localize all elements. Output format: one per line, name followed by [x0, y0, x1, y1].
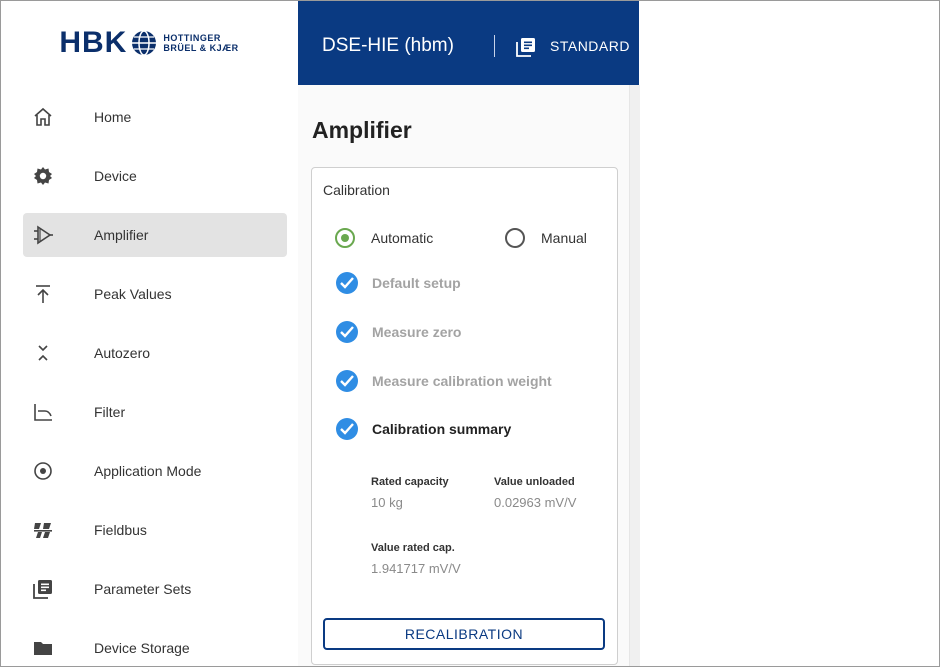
- folder-icon: [31, 636, 55, 660]
- sidebar-item-label: Parameter Sets: [94, 581, 192, 597]
- sidebar-item-label: Home: [94, 109, 132, 125]
- check-icon: [336, 272, 358, 294]
- value-rated-cap-label: Value rated cap.: [371, 542, 455, 554]
- manual-radio[interactable]: [505, 228, 525, 248]
- rated-capacity-value: 10 kg: [371, 495, 403, 510]
- parameter-set-name[interactable]: STANDARD: [550, 38, 630, 54]
- step-calibration-summary: Calibration summary: [336, 418, 596, 442]
- device-name: DSE-HIE (hbm): [322, 35, 454, 56]
- value-rated-cap-value: 1.941717 mV/V: [371, 561, 461, 576]
- automatic-label: Automatic: [371, 230, 434, 246]
- top-header: DSE-HIE (hbm) STANDARD: [298, 1, 639, 85]
- sidebar-item-label: Amplifier: [94, 227, 149, 243]
- sidebar-item-label: Filter: [94, 404, 126, 420]
- sidebar-item-label: Device: [94, 168, 137, 184]
- brand-subtitle: HOTTINGER BRÜEL & KJÆR: [163, 33, 238, 53]
- main-scrollbar[interactable]: [629, 85, 640, 666]
- sidebar-item-label: Fieldbus: [94, 522, 147, 538]
- brand-sub-line2: BRÜEL & KJÆR: [163, 43, 239, 53]
- filter-icon: [31, 400, 55, 424]
- main-panel: Amplifier Calibration Automatic Manual D…: [298, 85, 629, 666]
- check-icon: [336, 321, 358, 343]
- peak-icon: [31, 282, 55, 306]
- step-label: Measure calibration weight: [372, 373, 552, 389]
- parameter-sets-icon: [31, 577, 55, 601]
- globe-icon: [132, 30, 157, 56]
- sidebar-item-application-mode[interactable]: Application Mode: [23, 449, 287, 493]
- sidebar-item-fieldbus[interactable]: Fieldbus: [23, 508, 287, 552]
- target-icon: [31, 459, 55, 483]
- step-label: Measure zero: [372, 324, 462, 340]
- home-icon: [31, 105, 55, 129]
- sidebar: HBK HOTTINGER BRÜEL & KJÆR Home Device A…: [1, 1, 297, 666]
- sidebar-item-home[interactable]: Home: [23, 95, 287, 139]
- calibration-title: Calibration: [323, 182, 390, 198]
- check-icon: [336, 370, 358, 392]
- manual-label: Manual: [541, 230, 587, 246]
- sidebar-item-parameter-sets[interactable]: Parameter Sets: [23, 567, 287, 611]
- recalibration-button[interactable]: RECALIBRATION: [323, 618, 605, 650]
- value-unloaded-value: 0.02963 mV/V: [494, 495, 577, 510]
- parameter-set-icon: [516, 38, 535, 57]
- step-measure-calibration-weight: Measure calibration weight: [336, 370, 596, 394]
- gear-icon: [31, 164, 55, 188]
- automatic-radio[interactable]: [335, 228, 355, 248]
- step-label: Calibration summary: [372, 421, 512, 437]
- autozero-icon: [31, 341, 55, 365]
- rated-capacity-label: Rated capacity: [371, 476, 449, 488]
- hbk-logo: HBK HOTTINGER BRÜEL & KJÆR: [1, 1, 297, 85]
- sidebar-item-peak-values[interactable]: Peak Values: [23, 272, 287, 316]
- value-unloaded-label: Value unloaded: [494, 476, 575, 488]
- brand-sub-line1: HOTTINGER: [163, 33, 221, 43]
- fieldbus-icon: [31, 518, 55, 542]
- sidebar-item-filter[interactable]: Filter: [23, 390, 287, 434]
- step-label: Default setup: [372, 275, 461, 291]
- amplifier-icon: [31, 223, 55, 247]
- calibration-card: Calibration Automatic Manual Default set…: [311, 167, 618, 665]
- app-window: HBK HOTTINGER BRÜEL & KJÆR Home Device A…: [0, 0, 940, 667]
- page-title: Amplifier: [312, 117, 412, 143]
- step-default-setup: Default setup: [336, 272, 596, 296]
- check-icon: [336, 418, 358, 440]
- sidebar-item-label: Autozero: [94, 345, 151, 361]
- sidebar-item-device[interactable]: Device: [23, 154, 287, 198]
- step-measure-zero: Measure zero: [336, 321, 596, 345]
- brand-name: HBK: [59, 26, 128, 59]
- sidebar-item-amplifier[interactable]: Amplifier: [23, 213, 287, 257]
- sidebar-item-label: Application Mode: [94, 463, 202, 479]
- sidebar-item-autozero[interactable]: Autozero: [23, 331, 287, 375]
- sidebar-item-label: Peak Values: [94, 286, 172, 302]
- sidebar-item-label: Device Storage: [94, 640, 190, 656]
- sidebar-item-device-storage[interactable]: Device Storage: [23, 626, 287, 666]
- header-divider: [494, 35, 495, 57]
